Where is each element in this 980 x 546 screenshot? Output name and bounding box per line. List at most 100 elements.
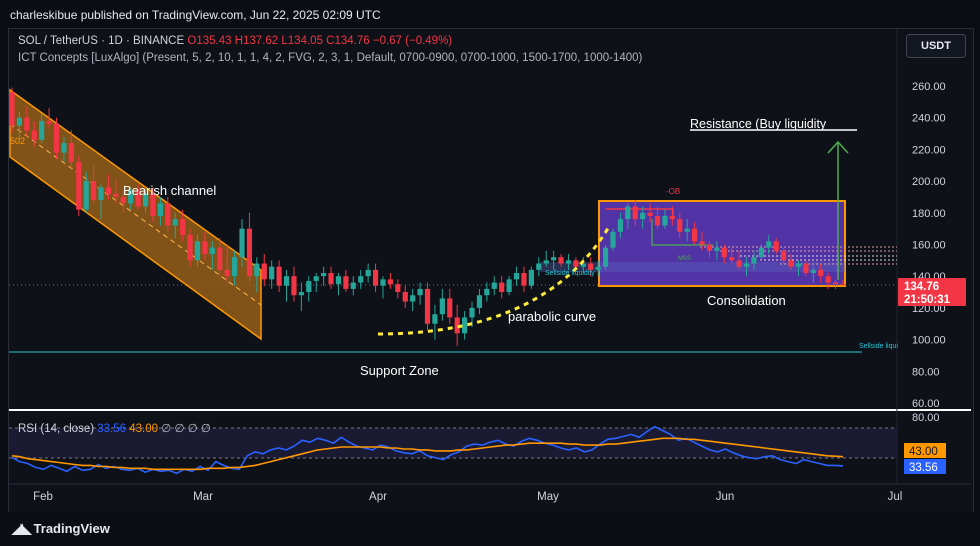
price-tick-label: 180.00 [912, 208, 946, 220]
ohlc-open: O135.43 [187, 35, 232, 47]
time-tick-label: Jun [716, 491, 735, 503]
candle-body [172, 219, 178, 226]
rsi-value-badge-text: 33.56 [909, 462, 938, 474]
bearish-channel-label: Bearish channel [123, 183, 216, 198]
candle-body [684, 228, 690, 232]
indicator-legend[interactable]: ICT Concepts [LuxAlgo] (Present, 5, 2, 1… [18, 52, 642, 64]
candle-body [521, 273, 527, 286]
price-tick-label: 60.00 [912, 398, 940, 410]
currency-button[interactable]: USDT [906, 34, 966, 58]
candle-body [165, 203, 171, 226]
candle-body [239, 228, 245, 258]
candle-body [187, 234, 193, 261]
time-axis[interactable]: Feb Mar Apr May Jun Jul [33, 491, 902, 503]
candle-body [432, 314, 438, 324]
channel-midline [9, 123, 262, 306]
time-tick-label: Apr [369, 491, 387, 503]
candle-body [795, 263, 802, 267]
candle-body [402, 292, 408, 302]
price-tick-label: 220.00 [912, 144, 946, 156]
candle-body [217, 247, 223, 270]
candle-body [321, 273, 327, 277]
rsi-extras: ∅ ∅ ∅ ∅ [161, 423, 211, 435]
candle-body [343, 276, 349, 289]
candle-body [387, 279, 394, 285]
tradingview-icon: ◢◣ [12, 520, 31, 536]
candle-body [513, 273, 520, 280]
rsi-value-badge: 33.56 [904, 459, 946, 474]
candle-body [662, 215, 668, 226]
candle-body [350, 282, 356, 289]
candle-body [335, 276, 342, 285]
price-tick-label: 160.00 [912, 240, 946, 252]
candle-body [543, 260, 549, 264]
candle-body [53, 124, 60, 153]
candle-body [313, 276, 319, 281]
candle-body [551, 257, 557, 261]
candle-body [729, 257, 735, 261]
candle-body [751, 257, 757, 264]
candle-body [231, 257, 238, 277]
price-tick-label: 200.00 [912, 176, 946, 188]
mss-label: MSS [678, 256, 691, 262]
candle-body [194, 241, 201, 261]
rsi-axis-80: 80.00 [912, 412, 940, 424]
candle-body [365, 269, 371, 277]
candle-body [766, 241, 772, 248]
candle-body [91, 181, 97, 201]
time-tick-label: Feb [33, 491, 53, 503]
candle-body [469, 307, 475, 318]
time-tick-label: May [537, 491, 559, 503]
candle-body [788, 260, 794, 267]
candle-body [24, 117, 30, 131]
price-axis[interactable]: 260.00240.00220.00200.00180.00160.00140.… [912, 81, 946, 410]
candle-body [291, 276, 297, 296]
candle-body [410, 295, 416, 302]
tradingview-logo[interactable]: ◢◣ TradingView [12, 520, 110, 537]
candle-body [105, 187, 112, 194]
rsi-ma-badge-value: 43.00 [909, 446, 938, 458]
sellside-liqui-label: Sellside liqui [859, 343, 898, 350]
parabolic-curve-label: parabolic curve [508, 309, 596, 324]
symbol-legend[interactable]: SOL / TetherUS · 1D · BINANCE O135.43 H1… [18, 35, 452, 47]
candle-body [528, 269, 534, 286]
candle-body [476, 295, 483, 308]
candle-body [209, 247, 215, 255]
ohlc-change: −0.67 (−0.49%) [372, 35, 453, 47]
candle-body [417, 288, 423, 296]
ohlc-low: L134.05 [281, 35, 323, 47]
price-chart[interactable]: Bearish channel Support Zone parabolic c… [0, 0, 980, 546]
candle-body [565, 260, 572, 264]
price-tick-label: 100.00 [912, 335, 946, 347]
candle-body [832, 282, 839, 285]
price-tick-label: 240.00 [912, 113, 946, 125]
candle-body [803, 263, 809, 274]
candle-body [447, 298, 453, 318]
candle-body [773, 241, 779, 251]
candle-body [654, 215, 661, 226]
candle-body [157, 203, 163, 216]
rsi-ma-value: 43.00 [129, 423, 159, 435]
candle-body [439, 298, 445, 315]
candle-body [395, 284, 401, 293]
candle-body [758, 247, 764, 258]
candle-body [669, 215, 675, 220]
candle-body [595, 266, 601, 270]
candle-body [610, 231, 616, 248]
candle-body [380, 279, 386, 286]
candle-body [640, 212, 646, 220]
support-zone-label: Support Zone [360, 363, 439, 378]
candle-body [68, 143, 74, 163]
candle-body [9, 92, 15, 126]
rsi-legend[interactable]: RSI (14, close) 33.56 43.00 ∅ ∅ ∅ ∅ [18, 421, 211, 435]
candle-body [83, 181, 89, 210]
ohlc-close: C134.76 [326, 35, 370, 47]
symbol-name[interactable]: SOL / TetherUS · 1D · BINANCE [18, 35, 184, 47]
resistance-label: Resistance (Buy liquidity [690, 117, 827, 131]
candle-body [602, 247, 609, 267]
candle-body [224, 269, 230, 277]
candle-body [61, 143, 67, 153]
price-badge: 134.76 21:50:31 [898, 278, 966, 306]
ohlc-high: H137.62 [234, 35, 279, 47]
candle-body [261, 263, 267, 280]
